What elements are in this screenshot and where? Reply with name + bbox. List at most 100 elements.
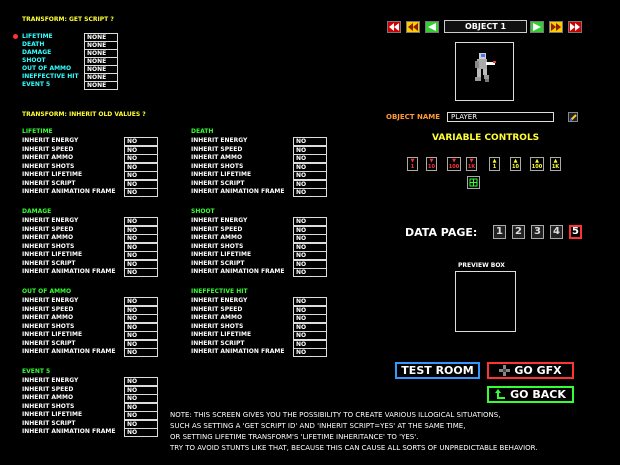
inherit-title: TRANSFORM: INHERIT OLD VALUES ?: [22, 111, 146, 118]
data-page-button[interactable]: 3: [531, 225, 544, 239]
transform-item-label: DAMAGE: [22, 49, 52, 56]
decrement-button[interactable]: ▼ 1: [407, 157, 418, 171]
inherit-row-label: INHERIT AMMO: [191, 314, 243, 321]
inherit-row-label: INHERIT SPEED: [191, 225, 243, 233]
next-object-button[interactable]: [530, 21, 544, 33]
inherit-row-label: INHERIT SHOTS: [191, 322, 244, 330]
inherit-row-label: INHERIT SPEED: [22, 385, 74, 393]
fast-forward-end-icon: [570, 23, 580, 31]
prev-page-button[interactable]: [406, 21, 420, 33]
inherit-row-label: INHERIT ENERGY: [22, 217, 79, 224]
inherit-row-label: INHERIT LIFETIME: [22, 251, 83, 258]
selected-marker-icon: [13, 34, 18, 39]
increment-button[interactable]: ▲ 10: [510, 157, 521, 171]
inherit-value-field[interactable]: NO: [124, 348, 158, 357]
inherit-value-field[interactable]: NO: [124, 268, 158, 277]
inherit-group-title: SHOOT: [191, 208, 215, 215]
data-page-button[interactable]: 4: [550, 225, 563, 239]
inherit-row-label: INHERIT SCRIPT: [22, 179, 76, 187]
inherit-value-field[interactable]: NO: [293, 268, 327, 277]
decrement-button[interactable]: ▼ 1K: [466, 157, 477, 171]
inherit-row-label: INHERIT LIFETIME: [191, 171, 252, 178]
inherit-row-label: INHERIT SHOTS: [22, 162, 75, 170]
inherit-group-title: LIFETIME: [22, 128, 53, 135]
increment-button[interactable]: ▲ 1: [489, 157, 500, 171]
inherit-row-label: INHERIT AMMO: [22, 154, 74, 161]
note-line: SUCH AS SETTING A 'GET SCRIPT ID' AND 'I…: [170, 422, 466, 430]
inherit-row-label: INHERIT SPEED: [22, 225, 74, 233]
note-line: NOTE: THIS SCREEN GIVES YOU THE POSSIBIL…: [170, 411, 501, 419]
inherit-value-field[interactable]: NO: [124, 188, 158, 197]
inherit-row-label: INHERIT ENERGY: [22, 377, 79, 384]
transform-script-title: TRANSFORM: GET SCRIPT ?: [22, 16, 114, 23]
inherit-row-label: INHERIT ANIMATION FRAME: [22, 428, 116, 435]
fast-forward-icon: [551, 23, 561, 31]
player-sprite-icon: [475, 53, 496, 82]
inherit-value-field[interactable]: NO: [293, 348, 327, 357]
note-text: NOTE: THIS SCREEN GIVES YOU THE POSSIBIL…: [170, 410, 538, 454]
data-page-button[interactable]: 1: [493, 225, 506, 239]
inherit-group-title: INEFFECTIVE HIT: [191, 288, 248, 295]
inherit-row-label: INHERIT ENERGY: [22, 297, 79, 304]
inherit-row-label: INHERIT SCRIPT: [22, 339, 76, 347]
object-sprite-box[interactable]: [455, 42, 514, 101]
inherit-row-label: INHERIT SCRIPT: [191, 179, 245, 187]
next-page-button[interactable]: [549, 21, 563, 33]
inherit-row-label: INHERIT SPEED: [22, 305, 74, 313]
inherit-row-label: INHERIT SCRIPT: [22, 419, 76, 427]
inherit-row-label: INHERIT AMMO: [22, 234, 74, 241]
transform-item-label: INEFFECTIVE HIT: [22, 73, 79, 80]
rewind-fast-icon: [389, 23, 399, 31]
inherit-row-label: INHERIT SHOTS: [22, 402, 75, 410]
increment-button[interactable]: ▲ 100: [530, 157, 544, 171]
object-selector-label: OBJECT 1: [444, 20, 527, 33]
step-value: 1: [410, 164, 415, 170]
step-value: 1: [492, 164, 497, 170]
step-value: 100: [448, 164, 460, 170]
transform-item-label: SHOOT: [22, 57, 46, 64]
inherit-row-label: INHERIT LIFETIME: [22, 331, 83, 338]
arrow-right-icon: [533, 23, 541, 31]
inherit-row-label: INHERIT SPEED: [191, 145, 243, 153]
inherit-row-label: INHERIT ANIMATION FRAME: [191, 268, 285, 275]
inherit-row-label: INHERIT ENERGY: [191, 297, 248, 304]
decrement-button[interactable]: ▼ 10: [426, 157, 437, 171]
go-back-button[interactable]: GO BACK: [487, 386, 574, 403]
decrement-button[interactable]: ▼ 100: [447, 157, 461, 171]
inherit-row-label: INHERIT SPEED: [22, 145, 74, 153]
inherit-row-label: INHERIT SHOTS: [22, 322, 75, 330]
transform-script-field[interactable]: NONE: [84, 81, 118, 90]
go-back-label: GO BACK: [510, 388, 566, 401]
inherit-row-label: INHERIT ANIMATION FRAME: [22, 268, 116, 275]
inherit-row-label: INHERIT SHOTS: [191, 242, 244, 250]
test-room-button[interactable]: TEST ROOM: [395, 362, 480, 379]
last-object-button[interactable]: [568, 21, 582, 33]
inherit-row-label: INHERIT SHOTS: [22, 242, 75, 250]
step-value: 10: [512, 164, 519, 170]
inherit-row-label: INHERIT ENERGY: [191, 137, 248, 144]
step-value: 10: [428, 164, 435, 170]
note-line: OR SETTING LIFETIME TRANSFORM'S 'LIFETIM…: [170, 433, 419, 441]
inherit-group-title: DAMAGE: [22, 208, 52, 215]
object-name-field[interactable]: PLAYER: [447, 112, 554, 122]
variable-reset-button[interactable]: [467, 176, 480, 189]
inherit-value-field[interactable]: NO: [124, 428, 158, 437]
object-name-label: OBJECT NAME: [386, 113, 441, 121]
data-page-label: DATA PAGE:: [405, 226, 478, 239]
first-object-button[interactable]: [387, 21, 401, 33]
inherit-row-label: INHERIT SHOTS: [191, 162, 244, 170]
variable-controls-title: VARIABLE CONTROLS: [432, 133, 540, 143]
inherit-row-label: INHERIT LIFETIME: [22, 171, 83, 178]
prev-object-button[interactable]: [425, 21, 439, 33]
inherit-row-label: INHERIT SPEED: [191, 305, 243, 313]
grid-icon: [469, 178, 478, 187]
increment-button[interactable]: ▲ 1K: [550, 157, 561, 171]
inherit-value-field[interactable]: NO: [293, 188, 327, 197]
inherit-group-title: DEATH: [191, 128, 214, 135]
inherit-row-label: INHERIT SCRIPT: [22, 259, 76, 267]
data-page-button[interactable]: 5: [569, 225, 582, 239]
go-gfx-button[interactable]: GO GFX: [487, 362, 574, 379]
edit-name-button[interactable]: [568, 112, 578, 122]
data-page-button[interactable]: 2: [512, 225, 525, 239]
gamepad-icon: [499, 365, 511, 376]
